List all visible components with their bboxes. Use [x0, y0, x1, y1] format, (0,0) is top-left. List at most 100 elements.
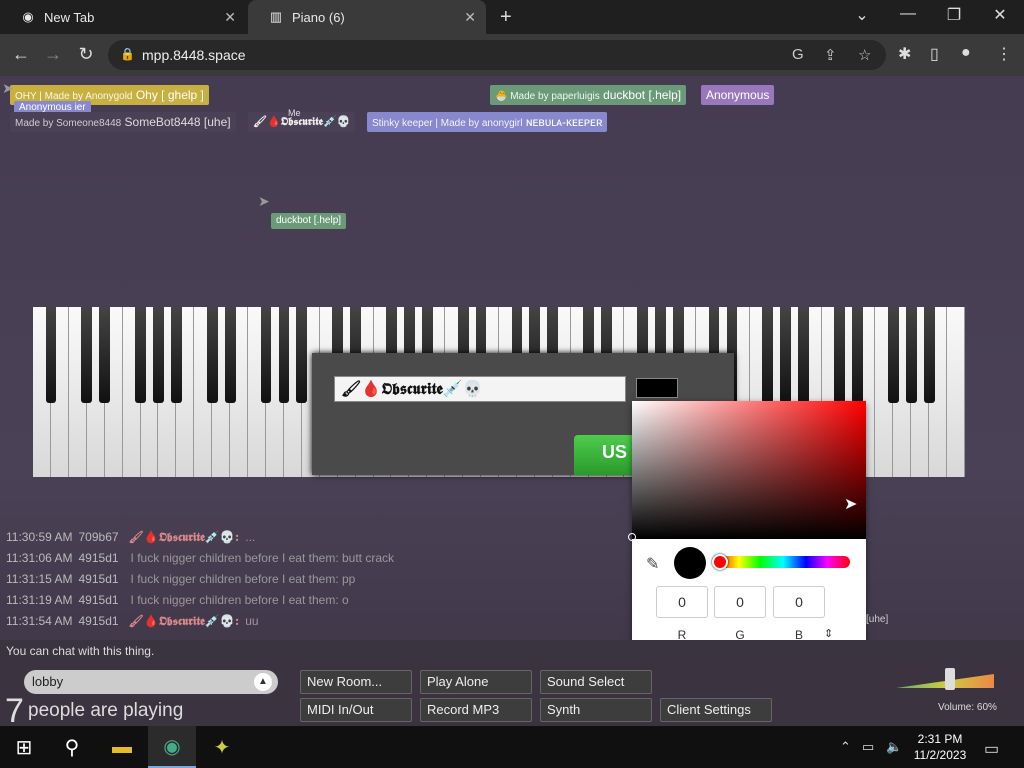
play-alone-button[interactable]: Play Alone — [420, 670, 532, 694]
hue-slider[interactable] — [716, 556, 850, 568]
back-icon[interactable]: ← — [10, 44, 32, 65]
red-field[interactable]: 0 — [656, 586, 708, 618]
black-key[interactable] — [780, 307, 792, 403]
black-key[interactable] — [153, 307, 164, 403]
share-icon[interactable]: ⇪ — [824, 46, 837, 64]
chat-text: I fuck nigger children before I eat them… — [130, 572, 356, 586]
chat-message: 11:31:19 AM 4915d1 I fuck nigger children … — [6, 593, 349, 607]
black-key[interactable] — [798, 307, 810, 403]
file-explorer-icon[interactable]: ▬ — [98, 726, 146, 768]
chat-message: 11:31:06 AM 4915d1 I fuck nigger children … — [6, 551, 394, 565]
user-tag-name: Ohy [ ghelp ] — [135, 88, 204, 102]
star-icon[interactable]: ☆ — [858, 46, 871, 64]
new-tab-icon[interactable]: + — [500, 6, 512, 29]
chat-time: 11:31:19 AM — [6, 593, 73, 607]
name-input[interactable]: 🖌🩸𝕺𝖇𝖘𝖈𝖚𝖗𝖎𝖙𝖊💉💀 — [334, 376, 626, 402]
black-key[interactable] — [278, 307, 290, 403]
profile-icon[interactable]: ● — [961, 44, 971, 62]
chat-time: 11:31:15 AM — [6, 572, 73, 586]
restore-icon[interactable]: ❐ — [944, 5, 964, 25]
chat-user-name: 🖌🩸𝕺𝖇𝖘𝖈𝖚𝖗𝖎𝖙𝖊💉💀: — [128, 614, 240, 628]
white-key[interactable] — [947, 307, 965, 477]
black-key[interactable] — [45, 307, 57, 403]
triangle-up-icon[interactable]: ▲ — [254, 673, 272, 691]
user-tag-name: 🖌🩸𝕺𝖇𝖘𝖈𝖚𝖗𝖎𝖙𝖊💉💀 — [253, 115, 351, 128]
user-tag-name: SomeBot8448 [uhe] — [124, 115, 231, 129]
chat-user-id: 4915d1 — [78, 614, 119, 628]
minimize-icon[interactable]: — — [898, 5, 918, 23]
black-key[interactable] — [887, 307, 899, 403]
side-panel-icon[interactable]: ▯ — [930, 44, 939, 64]
eyedropper-icon[interactable]: ✎ — [646, 554, 659, 574]
close-icon[interactable]: ✕ — [464, 9, 476, 26]
search-icon[interactable]: ⚲ — [48, 726, 96, 768]
black-key[interactable] — [81, 307, 93, 403]
user-tag[interactable]: Anonymous — [701, 85, 775, 105]
app-icon[interactable]: ✦ — [198, 726, 246, 768]
me-label: Me — [288, 108, 301, 118]
clock-date: 11/2/2023 — [913, 748, 967, 762]
room-select[interactable]: lobby ▲ — [24, 670, 278, 694]
midi-button[interactable]: MIDI In/Out — [300, 698, 412, 722]
black-key[interactable] — [99, 307, 111, 403]
color-picker: ✎ 0 0 0 R G B ⇕ — [628, 401, 866, 652]
stray-tag: [uhe] — [866, 614, 889, 625]
saturation-handle[interactable] — [628, 533, 636, 541]
notification-icon[interactable]: ▭ — [984, 739, 999, 759]
tab-piano[interactable]: ▥ Piano (6) ✕ — [248, 0, 486, 34]
menu-icon[interactable]: ⋮ — [996, 44, 1012, 64]
volume-muted-icon[interactable]: 🔈 — [886, 739, 902, 755]
new-room-button[interactable]: New Room... — [300, 670, 412, 694]
user-tag[interactable]: Made by Someone8448 SomeBot8448 [uhe] — [10, 112, 236, 132]
saturation-area[interactable] — [632, 401, 866, 539]
tab-new-tab[interactable]: ◉ New Tab ✕ — [0, 0, 246, 34]
black-key[interactable] — [171, 307, 182, 403]
black-key[interactable] — [135, 307, 146, 403]
color-preview — [674, 547, 706, 579]
forward-icon[interactable]: → — [42, 44, 64, 65]
chevron-up-icon[interactable]: ⌃ — [840, 739, 851, 755]
google-icon[interactable]: G — [792, 46, 804, 63]
sound-select-button[interactable]: Sound Select — [540, 670, 652, 694]
black-key[interactable] — [852, 307, 863, 403]
black-key[interactable] — [923, 307, 935, 403]
client-settings-button[interactable]: Client Settings — [660, 698, 772, 722]
windows-start-icon[interactable]: ⊞ — [0, 726, 48, 768]
black-key[interactable] — [206, 307, 218, 403]
black-key[interactable] — [905, 307, 917, 403]
chrome-taskbar-icon[interactable]: ◉ — [148, 726, 196, 768]
system-clock[interactable]: 2:31 PM 11/2/2023 — [906, 731, 974, 763]
browser-toolbar: ← → ↻ 🔒 mpp.8448.space G ⇪ ☆ ✱ ▯ ● ⋮ — [0, 34, 1024, 76]
user-tag-me[interactable]: 🖌🩸𝕺𝖇𝖘𝖈𝖚𝖗𝖎𝖙𝖊💉💀 — [248, 112, 356, 132]
close-window-icon[interactable]: ✕ — [990, 5, 1010, 25]
mouse-cursor-icon: ➤ — [844, 496, 858, 513]
chat-time: 11:31:06 AM — [6, 551, 73, 565]
hue-handle[interactable] — [712, 554, 728, 570]
user-tag-name: duckbot [.help] — [276, 215, 342, 226]
user-tag[interactable]: 🐣 Made by paperluigis duckbot [.help] — [490, 85, 687, 105]
synth-button[interactable]: Synth — [540, 698, 652, 722]
color-swatch[interactable] — [636, 378, 678, 398]
black-key[interactable] — [834, 307, 845, 403]
close-icon[interactable]: ✕ — [224, 9, 236, 26]
reload-icon[interactable]: ↻ — [75, 44, 97, 65]
chevron-down-icon[interactable]: ⌄ — [852, 5, 872, 25]
black-key[interactable] — [224, 307, 236, 403]
address-bar[interactable]: 🔒 mpp.8448.space G ⇪ ☆ — [108, 40, 886, 70]
browser-tab-bar: ◉ New Tab ✕ ▥ Piano (6) ✕ + ⌄ — ❐ ✕ — [0, 0, 1024, 34]
volume-slider[interactable] — [896, 668, 996, 698]
black-key[interactable] — [296, 307, 308, 403]
windows-taskbar: ⊞ ⚲ ▬ ◉ ✦ ⌃ ▭ 🔈 2:31 PM 11/2/2023 ▭ — [0, 726, 1024, 768]
chat-input[interactable]: You can chat with this thing. — [0, 640, 1024, 662]
volume-handle[interactable] — [944, 668, 955, 690]
extensions-icon[interactable]: ✱ — [898, 44, 911, 64]
black-key[interactable] — [260, 307, 272, 403]
blue-field[interactable]: 0 — [773, 586, 825, 618]
user-tag[interactable]: Stinky keeper | Made by anonygirl ɴᴇʙᴜʟᴀ… — [367, 112, 608, 132]
black-key[interactable] — [762, 307, 774, 403]
network-icon[interactable]: ▭ — [862, 739, 874, 755]
record-mp3-button[interactable]: Record MP3 — [420, 698, 532, 722]
green-field[interactable]: 0 — [714, 586, 766, 618]
format-toggle-icon[interactable]: ⇕ — [824, 627, 833, 640]
cursor-icon: ➤ — [2, 80, 14, 96]
